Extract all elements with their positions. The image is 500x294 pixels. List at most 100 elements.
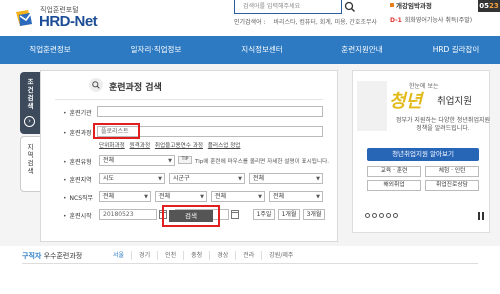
panel-title: 훈련과정 검색 <box>109 83 162 93</box>
arrow-right-icon: › <box>24 116 35 127</box>
label-ncs: NCS직무 <box>63 193 94 202</box>
type-select-value: 전체 <box>103 157 115 164</box>
range-1week-button[interactable]: 1주일 <box>253 209 275 220</box>
chevron-down-icon: ▼ <box>200 194 204 200</box>
course-link-1[interactable]: 원격과정 <box>130 143 151 149</box>
upcoming-date-day: 05 <box>479 2 489 10</box>
ncs-select-3-value: 전체 <box>215 193 227 200</box>
tab-region-chungcheong[interactable]: 충청 <box>183 251 209 260</box>
label-course: 훈련과정 <box>63 128 92 137</box>
logo-mark-icon <box>16 10 33 26</box>
tab-region-incheon[interactable]: 인천 <box>157 251 183 260</box>
ncs-select-2-value: 전체 <box>159 193 171 200</box>
course-link-2[interactable]: 취업을고용연수 과정 <box>155 143 203 149</box>
upcoming-item[interactable]: D-1 회화영어기능사 취득(주말) <box>390 15 472 24</box>
tab-region-jeolla[interactable]: 전라 <box>235 251 261 260</box>
carousel-dots <box>365 213 400 220</box>
carousel-dot[interactable] <box>372 213 377 218</box>
ncs-select-1[interactable]: 전체 ▼ <box>99 191 151 202</box>
youth-employment-banner[interactable]: 한눈에 보는 청년 취업지원 정부가 지원하는 다양한 청년취업지원 정책을 알… <box>352 70 490 233</box>
tab-region-gangwon-jeju[interactable]: 강원/제주 <box>261 251 300 260</box>
chevron-down-icon: ▼ <box>316 194 320 200</box>
search-button[interactable] <box>343 0 357 14</box>
banner-title-youth: 청년 <box>389 91 423 112</box>
nav-item-knowledge-center[interactable]: 지식정보센터 <box>212 36 312 64</box>
upcoming-date: 0523 <box>478 0 500 12</box>
type-select[interactable]: 전체 ▼ <box>99 155 175 166</box>
carousel-dot[interactable] <box>386 213 391 218</box>
upcoming-date-month: 23 <box>489 2 499 10</box>
label-start: 훈련시작 <box>63 211 92 220</box>
region-sigungu-select[interactable]: 시군구 ▼ <box>169 173 245 184</box>
range-1month-button[interactable]: 1개월 <box>278 209 300 220</box>
chevron-down-icon: ▼ <box>258 194 262 200</box>
region-sido-select[interactable]: 시도 ▼ <box>99 173 165 184</box>
chevron-down-icon: ▼ <box>238 176 242 182</box>
tab-condition-search-label: 조건검색 <box>27 78 34 110</box>
banner-title-support: 취업지원 <box>437 96 472 107</box>
bullet-square-icon <box>390 3 394 7</box>
tab-condition-search[interactable]: 조건검색 › <box>20 72 40 134</box>
upcoming-courses: 개강임박과정 0523 D-1 회화영어기능사 취득(주말) <box>390 0 500 36</box>
region-detail-select[interactable]: 전체 ▼ <box>249 173 323 184</box>
divider <box>55 99 323 100</box>
nav-item-hrd-guide[interactable]: HRD 길라잡이 <box>412 36 500 64</box>
date-from-input[interactable]: 20180523 <box>99 209 157 220</box>
banner-link-education[interactable]: 교육 · 훈련 <box>367 166 421 177</box>
course-highlight <box>93 123 140 139</box>
logo-title: HRD-Net <box>39 13 98 30</box>
nav-item-job-info[interactable]: 일자리·직업정보 <box>100 36 212 64</box>
site-logo[interactable]: 직업훈련포털 HRD-Net <box>14 4 110 32</box>
tab-region-seoul[interactable]: 서울 <box>106 251 131 260</box>
search-submit-highlight: 검색 <box>162 205 220 227</box>
search-submit-button[interactable]: 검색 <box>169 210 213 222</box>
banner-link-internship[interactable]: 체험 · 인턴 <box>425 166 479 177</box>
banner-description: 정부가 지원하는 다양한 청년취업지원 정책을 알려드립니다. <box>395 117 491 132</box>
nav-item-training-support[interactable]: 훈련지원안내 <box>312 36 412 64</box>
main-nav: 직업훈련정보 일자리·직업정보 지식정보센터 훈련지원안내 HRD 길라잡이 <box>0 36 500 64</box>
region-sigungu-value: 시군구 <box>173 175 190 182</box>
course-quick-links: 단위화과정 원격과정 취업을고용연수 과정 플러스업 정업 <box>99 141 243 149</box>
range-3month-button[interactable]: 3개월 <box>303 209 325 220</box>
ncs-select-4[interactable]: 전체 ▼ <box>269 191 323 202</box>
search-input[interactable] <box>235 0 327 12</box>
ncs-select-3[interactable]: 전체 ▼ <box>211 191 265 202</box>
ncs-select-1-value: 전체 <box>103 193 115 200</box>
institution-input[interactable] <box>97 106 323 117</box>
chevron-down-icon: ▼ <box>144 194 148 200</box>
course-link-3[interactable]: 플러스업 정업 <box>208 143 241 149</box>
tip-button[interactable]: TIP <box>178 156 192 164</box>
chevron-down-icon: ▼ <box>168 158 172 164</box>
carousel-dot[interactable] <box>393 213 398 218</box>
banner-link-counseling[interactable]: 취업진로상담 <box>425 180 479 191</box>
search-box <box>234 0 342 14</box>
banner-decoration-icon <box>357 81 387 131</box>
calendar-icon[interactable] <box>231 210 239 219</box>
section-title-prefix: 구직자 <box>22 252 42 260</box>
label-institution: 훈련기관 <box>63 108 92 117</box>
chevron-down-icon: ▼ <box>316 176 320 182</box>
banner-cta-button[interactable]: 청년취업지원 알아보기 <box>367 148 479 161</box>
course-link-0[interactable]: 단위화과정 <box>99 143 125 149</box>
region-sido-value: 시도 <box>103 175 115 182</box>
ncs-select-4-value: 전체 <box>273 193 285 200</box>
carousel-dot[interactable] <box>379 213 384 218</box>
tab-region-search-label: 지역검색 <box>27 143 34 175</box>
chevron-down-icon: ▼ <box>158 176 162 182</box>
excellent-courses-section: 구직자 우수훈련과정 서울 경기 인천 충청 경상 전라 강원/제주 <box>0 248 500 294</box>
pause-icon[interactable] <box>477 212 485 220</box>
banner-link-overseas[interactable]: 해외취업 <box>367 180 421 191</box>
popular-keywords: 인기검색어 : 바리스타, 컴퓨터, 회계, 미용, 간호조무사 <box>234 17 377 26</box>
section-title: 구직자 우수훈련과정 <box>22 251 82 261</box>
region-detail-value: 전체 <box>253 175 265 182</box>
date-from-value: 20180523 <box>103 211 134 218</box>
tab-region-gyeonggi[interactable]: 경기 <box>131 251 157 260</box>
nav-item-training-info[interactable]: 직업훈련정보 <box>0 36 100 64</box>
carousel-dot[interactable] <box>365 213 370 218</box>
tab-region-search[interactable]: 지역검색 <box>20 136 40 192</box>
tab-region-gyeongsang[interactable]: 경상 <box>209 251 235 260</box>
dday-badge: D-1 <box>390 17 402 24</box>
popular-keyword-list[interactable]: 바리스타, 컴퓨터, 회계, 미용, 간호조무사 <box>273 19 377 26</box>
search-icon <box>344 1 355 12</box>
ncs-select-2[interactable]: 전체 ▼ <box>155 191 207 202</box>
